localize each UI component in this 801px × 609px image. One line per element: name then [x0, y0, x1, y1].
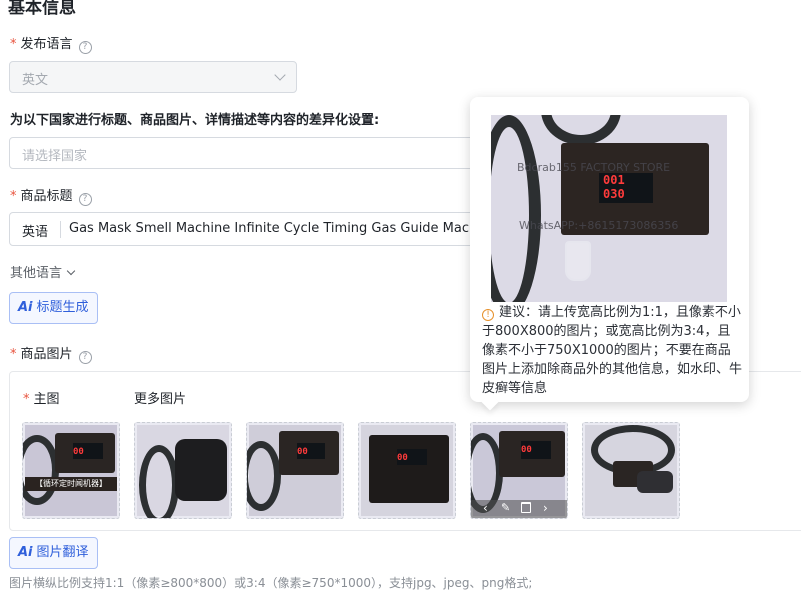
main-image-label: * 主图: [23, 392, 60, 407]
ai-icon: Ai: [18, 545, 33, 560]
publish-language-select[interactable]: 英文: [9, 61, 297, 93]
more-images-label: 更多图片: [134, 392, 187, 407]
help-icon[interactable]: ?: [78, 41, 92, 54]
image-translate-button[interactable]: Ai 图片翻译: [9, 537, 98, 569]
image-thumbnail-6[interactable]: [582, 422, 680, 519]
product-photo: 00 【循环定时闻机器】: [23, 425, 117, 516]
product-photo: [137, 425, 229, 518]
image-requirements-note: 图片横纵比例支持1:1（像素≥800*800）或3:4（像素≥750*1000）…: [9, 576, 533, 590]
required-mark: *: [10, 37, 17, 52]
image-thumbnail-main[interactable]: 00 【循环定时闻机器】: [22, 422, 120, 519]
product-photo: [585, 425, 677, 516]
publish-language-value: 英文: [22, 73, 49, 88]
watermark-text: Bdcrab155 FACTORY STORE: [517, 161, 671, 174]
product-photo: 00: [247, 425, 341, 516]
image-preview-tooltip: 001 030 Bdcrab155 FACTORY STORE WhatsAPP…: [470, 97, 749, 411]
product-photo: 00: [361, 425, 453, 516]
image-thumbnail-3[interactable]: 00: [246, 422, 344, 519]
country-placeholder: 请选择国家: [22, 149, 88, 164]
divider: [60, 221, 61, 238]
help-icon[interactable]: ?: [78, 351, 92, 364]
chevron-down-icon: [66, 266, 76, 276]
glass-cup: [565, 241, 591, 281]
required-mark: *: [23, 392, 30, 407]
image-thumbnail-2[interactable]: [134, 422, 232, 519]
upload-suggestion: ! 建议：请上传宽高比例为1:1，且像素不小于800X800的图片；或宽高比例为3…: [482, 305, 743, 396]
chevron-right-icon[interactable]: ›: [543, 501, 548, 515]
delete-icon[interactable]: [521, 502, 531, 513]
product-title-field[interactable]: 英语 Gas Mask Smell Machine Infinite Cycle…: [9, 212, 479, 246]
other-languages-toggle[interactable]: 其他语言: [10, 262, 76, 281]
watermark-text: WhatsAPP:+8615173086356: [519, 219, 679, 232]
diff-settings-label: 为以下国家进行标题、商品图片、详情描述等内容的差异化设置:: [10, 113, 380, 128]
chevron-down-icon: [274, 69, 286, 81]
required-mark: *: [10, 189, 17, 204]
image-preview: 001 030 Bdcrab155 FACTORY STORE WhatsAPP…: [491, 115, 727, 302]
section-title: 基本信息: [8, 0, 76, 18]
thumbnail-actions-bar: ‹ ✎ ›: [471, 500, 567, 518]
product-title-input[interactable]: Gas Mask Smell Machine Infinite Cycle Ti…: [69, 221, 478, 236]
image-thumbnail-4[interactable]: 00: [358, 422, 456, 519]
required-mark: *: [10, 347, 17, 362]
product-images-label: * 商品图片?: [10, 346, 92, 364]
caption-banner: 【循环定时闻机器】: [25, 477, 117, 491]
warning-icon: !: [482, 309, 494, 321]
chevron-left-icon[interactable]: ‹: [483, 501, 488, 515]
country-select[interactable]: 请选择国家: [9, 137, 479, 169]
help-icon[interactable]: ?: [78, 193, 92, 206]
image-thumbnail-5[interactable]: 00 ‹ ✎ ›: [470, 422, 568, 519]
publish-language-label: * 发布语言?: [10, 36, 92, 54]
title-generate-button[interactable]: Ai 标题生成: [9, 292, 98, 324]
title-language-tag: 英语: [22, 225, 49, 240]
ai-icon: Ai: [18, 300, 33, 315]
edit-icon[interactable]: ✎: [501, 501, 510, 514]
product-title-label: * 商品标题?: [10, 188, 92, 206]
